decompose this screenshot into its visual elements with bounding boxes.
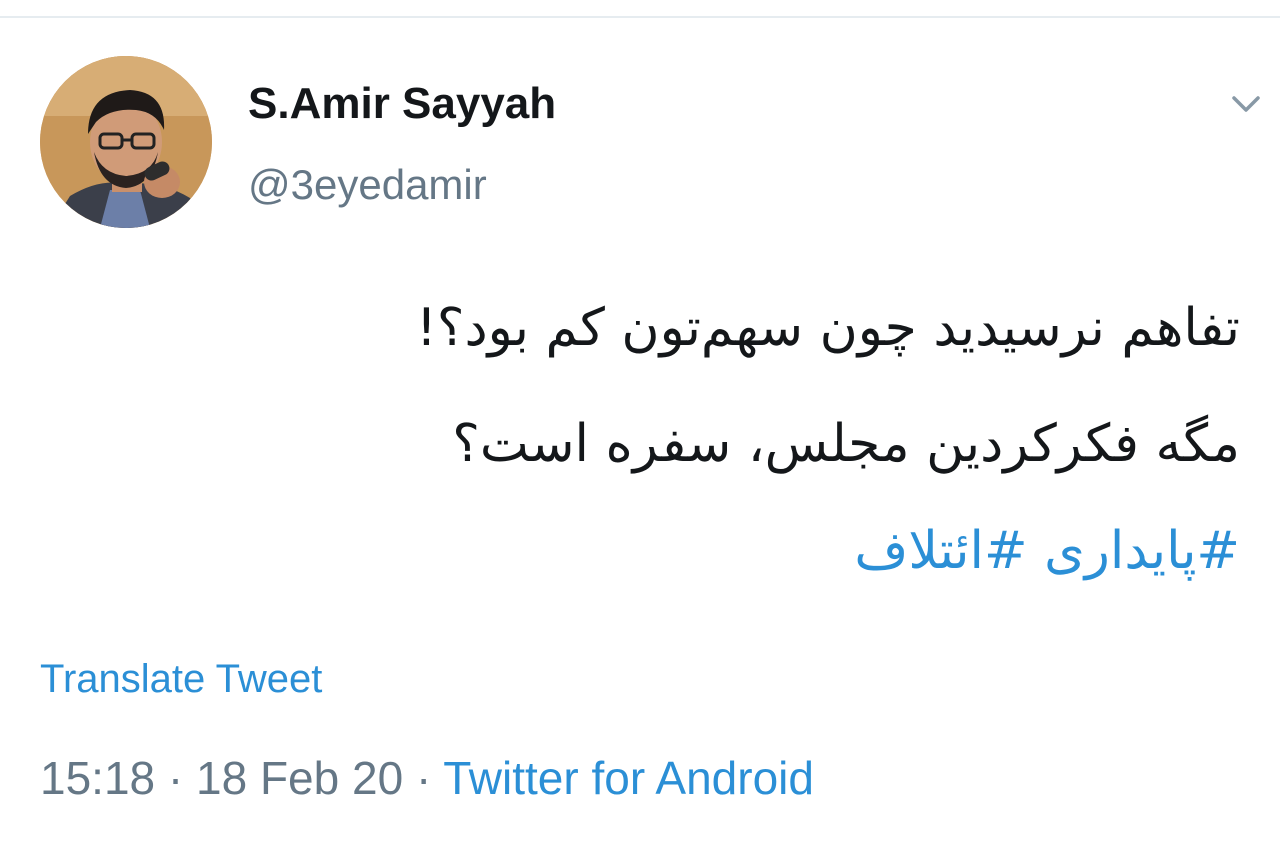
tweet-date[interactable]: 18 Feb 20	[196, 752, 403, 804]
tweet-source-link[interactable]: Twitter for Android	[443, 752, 814, 804]
tweet-text-line: مگه فکرکردین مجلس، سفره است؟	[452, 414, 1240, 474]
person-avatar-icon	[40, 56, 212, 228]
author-display-name[interactable]: S.Amir Sayyah	[248, 78, 556, 130]
chevron-down-icon[interactable]	[1228, 86, 1264, 122]
top-divider	[0, 16, 1280, 18]
tweet-time[interactable]: 15:18	[40, 752, 155, 804]
tweet-metadata: 15:18 · 18 Feb 20 · Twitter for Android	[40, 750, 814, 806]
tweet-text: تفاهم نرسیدید چون سهم‌تون کم بود؟! مگه ف…	[40, 270, 1240, 502]
hashtag-link[interactable]: #ائتلاف	[854, 521, 1027, 581]
avatar[interactable]	[40, 56, 212, 228]
hashtag-list: #پایداری #ائتلاف	[854, 506, 1240, 596]
translate-tweet-link[interactable]: Translate Tweet	[40, 654, 322, 704]
hashtag-link[interactable]: #پایداری	[1044, 521, 1240, 581]
separator: ·	[167, 752, 184, 804]
separator: ·	[415, 752, 432, 804]
author-handle[interactable]: @3eyedamir	[248, 160, 487, 210]
tweet-text-line: تفاهم نرسیدید چون سهم‌تون کم بود؟!	[416, 298, 1240, 358]
